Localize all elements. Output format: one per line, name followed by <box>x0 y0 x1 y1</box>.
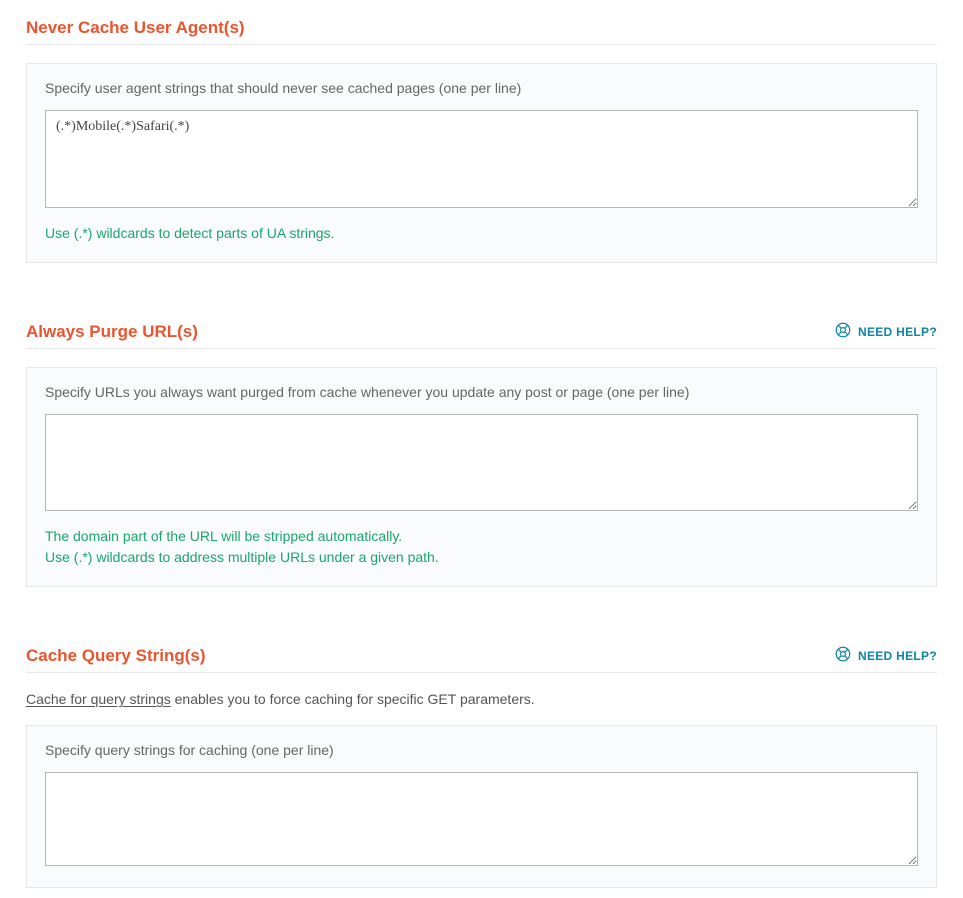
intro-text: enables you to force caching for specifi… <box>171 691 535 707</box>
need-help-link[interactable]: NEED HELP? <box>834 321 937 342</box>
hint-line-1: The domain part of the URL will be strip… <box>45 526 918 547</box>
help-label: NEED HELP? <box>858 649 937 663</box>
field-label: Specify user agent strings that should n… <box>45 80 918 96</box>
section-header: Never Cache User Agent(s) <box>26 18 937 45</box>
intro-link[interactable]: Cache for query strings <box>26 691 171 707</box>
panel-cache-query: Specify query strings for caching (one p… <box>26 725 937 888</box>
panel-never-cache-ua: Specify user agent strings that should n… <box>26 63 937 263</box>
field-label: Specify query strings for caching (one p… <box>45 742 918 758</box>
section-header: Cache Query String(s) NEED HELP? <box>26 645 937 673</box>
section-cache-query-strings: Cache Query String(s) NEED HELP? Cache f… <box>0 627 963 898</box>
hint-line-2: Use (.*) wildcards to address multiple U… <box>45 547 918 568</box>
help-icon <box>834 645 852 666</box>
never-cache-ua-textarea[interactable] <box>45 110 918 208</box>
section-title: Cache Query String(s) <box>26 646 206 666</box>
field-hint: The domain part of the URL will be strip… <box>45 526 918 568</box>
section-intro: Cache for query strings enables you to f… <box>26 691 937 707</box>
section-header: Always Purge URL(s) NEED HELP? <box>26 321 937 349</box>
cache-query-textarea[interactable] <box>45 772 918 866</box>
always-purge-textarea[interactable] <box>45 414 918 511</box>
section-title: Always Purge URL(s) <box>26 322 198 342</box>
field-hint: Use (.*) wildcards to detect parts of UA… <box>45 223 918 244</box>
need-help-link[interactable]: NEED HELP? <box>834 645 937 666</box>
help-icon <box>834 321 852 342</box>
help-label: NEED HELP? <box>858 325 937 339</box>
panel-always-purge: Specify URLs you always want purged from… <box>26 367 937 587</box>
field-label: Specify URLs you always want purged from… <box>45 384 918 400</box>
section-never-cache-user-agents: Never Cache User Agent(s) Specify user a… <box>0 0 963 303</box>
section-title: Never Cache User Agent(s) <box>26 18 245 38</box>
section-always-purge-urls: Always Purge URL(s) NEED HELP? Specify U… <box>0 303 963 627</box>
